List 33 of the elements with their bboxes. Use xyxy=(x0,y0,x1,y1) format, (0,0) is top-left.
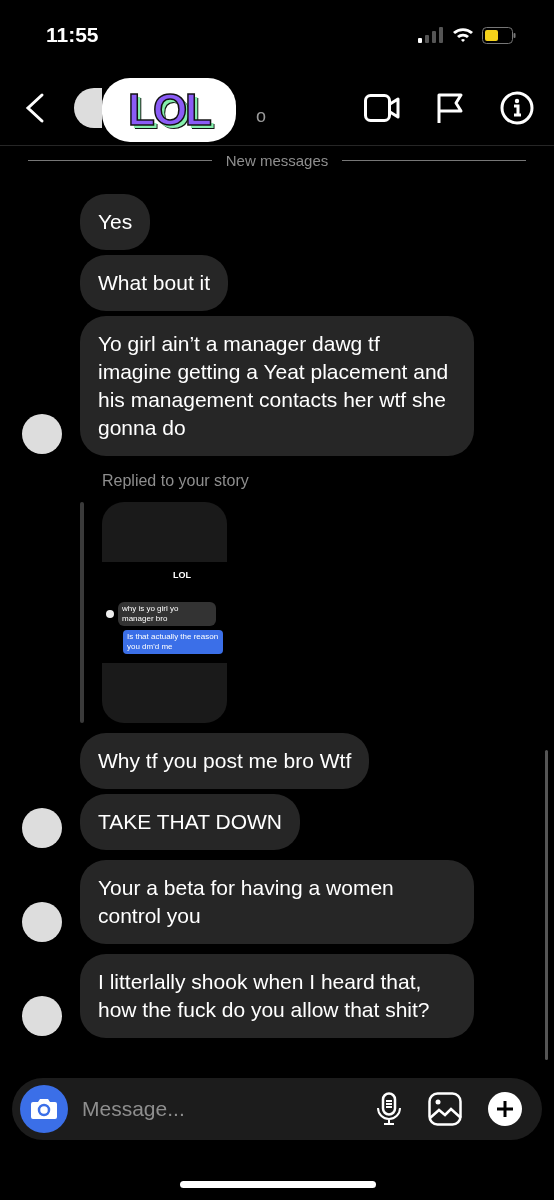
flag-button[interactable] xyxy=(436,91,464,124)
info-button[interactable] xyxy=(500,90,534,125)
gallery-button[interactable] xyxy=(428,1092,462,1126)
sticker: LOL xyxy=(102,78,236,142)
story-message: Is that actually the reason you dm'd me xyxy=(123,630,223,654)
story-message: why is yo girl yo manager bro xyxy=(118,602,216,626)
username: o xyxy=(256,106,266,127)
add-button[interactable] xyxy=(488,1092,522,1126)
avatar[interactable] xyxy=(22,996,62,1036)
avatar[interactable] xyxy=(22,808,62,848)
avatar[interactable] xyxy=(22,902,62,942)
story-title: LOL xyxy=(173,570,191,580)
message-bubble: Yo girl ain’t a manager dawg tf imagine getting a Yeat placement and his management contacts her wtf she gonna do xyxy=(80,316,474,456)
video-call-button[interactable] xyxy=(364,93,400,122)
message-bubble: TAKE THAT DOWN xyxy=(80,794,300,850)
story-reply-label: Replied to your story xyxy=(102,472,250,490)
camera-icon xyxy=(30,1098,58,1120)
message-bubble: Your a beta for having a women control you xyxy=(80,860,474,944)
status-time: 11:55 xyxy=(46,23,99,47)
camera-button[interactable] xyxy=(20,1085,68,1133)
message-bubble: What bout it xyxy=(80,255,229,311)
message-bubble: Why tf you post me bro Wtf xyxy=(80,733,370,789)
new-messages-divider: New messages xyxy=(225,151,329,169)
microphone-button[interactable] xyxy=(376,1092,402,1126)
avatar[interactable] xyxy=(22,414,62,454)
wifi-icon xyxy=(452,27,474,43)
message-bubble: I litterlally shook when I heard that, how the fuck do you allow that shit? xyxy=(80,954,474,1038)
avatar xyxy=(106,610,114,618)
avatar[interactable] xyxy=(74,87,102,128)
signal-icon xyxy=(418,27,444,43)
story-thumbnail[interactable]: LOL why is yo girl yo manager bro Is that actually the reason you dm'd me xyxy=(102,502,227,723)
message-bubble: Yes xyxy=(80,194,151,250)
battery-icon xyxy=(482,26,516,44)
